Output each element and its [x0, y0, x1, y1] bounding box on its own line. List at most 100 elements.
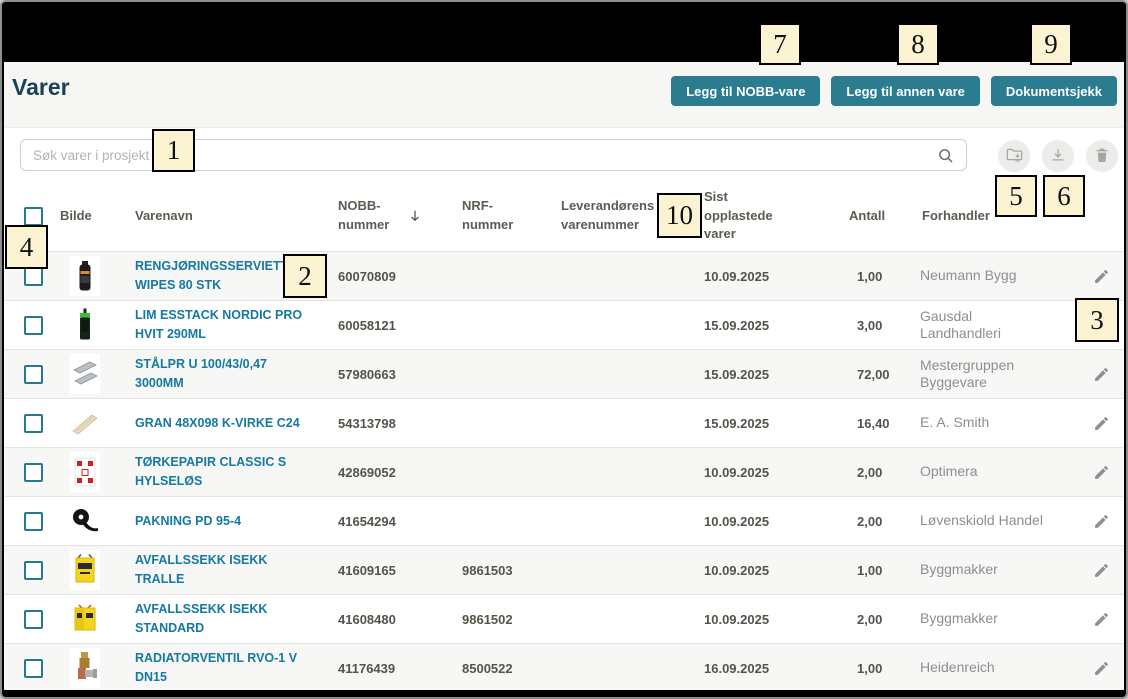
product-name-link[interactable]: RADIATORVENTIL RVO-1 V DN15	[135, 649, 316, 687]
nobb-number: 41609165	[328, 563, 452, 578]
quantity: 72,00	[847, 367, 890, 382]
edit-row-icon[interactable]	[1093, 513, 1110, 530]
row-checkbox[interactable]	[24, 267, 43, 286]
product-name-link[interactable]: STÅLPR U 100/43/0,47 3000MM	[135, 355, 316, 393]
nobb-number: 42869052	[328, 465, 452, 480]
nobb-number: 60070809	[328, 269, 452, 284]
product-name-link[interactable]: AVFALLSSEKK ISEKK STANDARD	[135, 600, 316, 638]
table-row: LIM ESSTACK NORDIC PRO HVIT 290ML 600581…	[4, 300, 1124, 349]
quantity: 2,00	[847, 612, 890, 627]
product-image	[70, 550, 100, 590]
row-checkbox[interactable]	[24, 561, 43, 580]
edit-row-icon[interactable]	[1093, 415, 1110, 432]
edit-row-icon[interactable]	[1093, 366, 1110, 383]
product-image	[70, 501, 100, 541]
add-other-item-button[interactable]: Legg til annen vare	[831, 76, 979, 106]
row-checkbox[interactable]	[24, 414, 43, 433]
dealer: Mestergruppen Byggevare	[912, 357, 1079, 392]
edit-row-icon[interactable]	[1093, 660, 1110, 677]
product-name-link[interactable]: PAKNING PD 95-4	[135, 512, 316, 531]
table-row: STÅLPR U 100/43/0,47 3000MM 57980663 15.…	[4, 349, 1124, 398]
table-row: PAKNING PD 95-4 41654294 10.09.2025 2,00…	[4, 496, 1124, 545]
column-header-sist-opplastede-varer[interactable]: Sist opplastede varer	[694, 188, 847, 245]
product-image	[70, 305, 100, 345]
nobb-number: 57980663	[328, 367, 452, 382]
dealer: Optimera	[912, 463, 1079, 481]
quantity: 16,40	[847, 416, 890, 431]
quantity: 2,00	[847, 514, 890, 529]
action-buttons: Legg til NOBB-vare Legg til annen vare D…	[671, 76, 1117, 106]
product-name-link[interactable]: LIM ESSTACK NORDIC PRO HVIT 290ML	[135, 306, 316, 344]
nobb-number: 41176439	[328, 661, 452, 676]
annotation-marker-3: 3	[1075, 298, 1119, 342]
column-header-varenavn[interactable]: Varenavn	[125, 207, 328, 226]
annotation-marker-4: 4	[5, 225, 48, 269]
annotation-marker-8: 8	[897, 23, 939, 65]
annotation-marker-6: 6	[1043, 175, 1085, 217]
dealer: Neumann Bygg	[912, 267, 1079, 285]
table-row: AVFALLSSEKK ISEKK TRALLE 41609165 986150…	[4, 545, 1124, 594]
column-header-antall[interactable]: Antall	[847, 207, 890, 226]
items-card: Bilde Varenavn NOBB-nummer NRF-nummer Le…	[4, 127, 1124, 690]
product-image	[70, 599, 100, 639]
nrf-number: 9861502	[452, 612, 561, 627]
annotation-marker-9: 9	[1030, 23, 1072, 65]
last-uploaded-date: 10.09.2025	[694, 563, 847, 578]
column-header-nrf-nummer[interactable]: NRF-nummer	[452, 197, 561, 235]
last-uploaded-date: 10.09.2025	[694, 514, 847, 529]
edit-row-icon[interactable]	[1093, 611, 1110, 628]
product-name-link[interactable]: AVFALLSSEKK ISEKK TRALLE	[135, 551, 316, 589]
last-uploaded-date: 10.09.2025	[694, 269, 847, 284]
delete-button[interactable]	[1086, 140, 1118, 172]
edit-row-icon[interactable]	[1093, 268, 1110, 285]
product-image	[70, 648, 100, 688]
add-nobb-item-button[interactable]: Legg til NOBB-vare	[671, 76, 820, 106]
product-name-link[interactable]: GRAN 48X098 K-VIRKE C24	[135, 414, 316, 433]
edit-row-icon[interactable]	[1093, 562, 1110, 579]
annotation-marker-2: 2	[283, 254, 327, 298]
search-icon	[937, 147, 954, 164]
select-all-checkbox[interactable]	[24, 207, 43, 226]
nobb-number: 41608480	[328, 612, 452, 627]
table-row: RADIATORVENTIL RVO-1 V DN15 41176439 850…	[4, 643, 1124, 690]
last-uploaded-date: 10.09.2025	[694, 465, 847, 480]
row-checkbox[interactable]	[24, 610, 43, 629]
table-row: GRAN 48X098 K-VIRKE C24 54313798 15.09.2…	[4, 398, 1124, 447]
row-checkbox[interactable]	[24, 659, 43, 678]
folder-download-button[interactable]	[998, 140, 1030, 172]
table-header-row: Bilde Varenavn NOBB-nummer NRF-nummer Le…	[4, 181, 1124, 251]
row-checkbox[interactable]	[24, 316, 43, 335]
edit-row-icon[interactable]	[1093, 464, 1110, 481]
row-checkbox[interactable]	[24, 512, 43, 531]
quantity: 1,00	[847, 563, 890, 578]
quantity: 1,00	[847, 269, 890, 284]
table-row: AVFALLSSEKK ISEKK STANDARD 41608480 9861…	[4, 594, 1124, 643]
quantity: 3,00	[847, 318, 890, 333]
app-window: Varer Legg til NOBB-vare Legg til annen …	[0, 0, 1128, 699]
last-uploaded-date: 15.09.2025	[694, 318, 847, 333]
download-button[interactable]	[1042, 140, 1074, 172]
product-image	[70, 354, 100, 394]
sort-descending-icon	[408, 209, 422, 223]
dealer: Gausdal Landhandleri	[912, 308, 1079, 343]
last-uploaded-date: 16.09.2025	[694, 661, 847, 676]
product-image	[70, 452, 100, 492]
dealer: Heidenreich	[912, 659, 1079, 677]
row-checkbox[interactable]	[24, 463, 43, 482]
document-check-button[interactable]: Dokumentsjekk	[991, 76, 1117, 106]
last-uploaded-date: 15.09.2025	[694, 416, 847, 431]
folder-download-icon	[1005, 145, 1024, 167]
annotation-marker-1: 1	[152, 129, 195, 172]
dealer: E. A. Smith	[912, 414, 1079, 432]
nobb-number: 41654294	[328, 514, 452, 529]
row-checkbox[interactable]	[24, 365, 43, 384]
dealer: Løvenskiold Handel	[912, 512, 1079, 530]
dealer: Byggmakker	[912, 561, 1079, 579]
product-name-link[interactable]: TØRKEPAPIR CLASSIC S HYLSELØS	[135, 453, 316, 491]
table-body: RENGJØRINGSSERVIETTER WIPES 80 STK 60070…	[4, 251, 1124, 690]
column-header-nobb-nummer[interactable]: NOBB-nummer	[328, 197, 452, 235]
trash-icon	[1093, 146, 1111, 167]
nrf-number: 8500522	[452, 661, 561, 676]
quantity: 1,00	[847, 661, 890, 676]
last-uploaded-date: 15.09.2025	[694, 367, 847, 382]
